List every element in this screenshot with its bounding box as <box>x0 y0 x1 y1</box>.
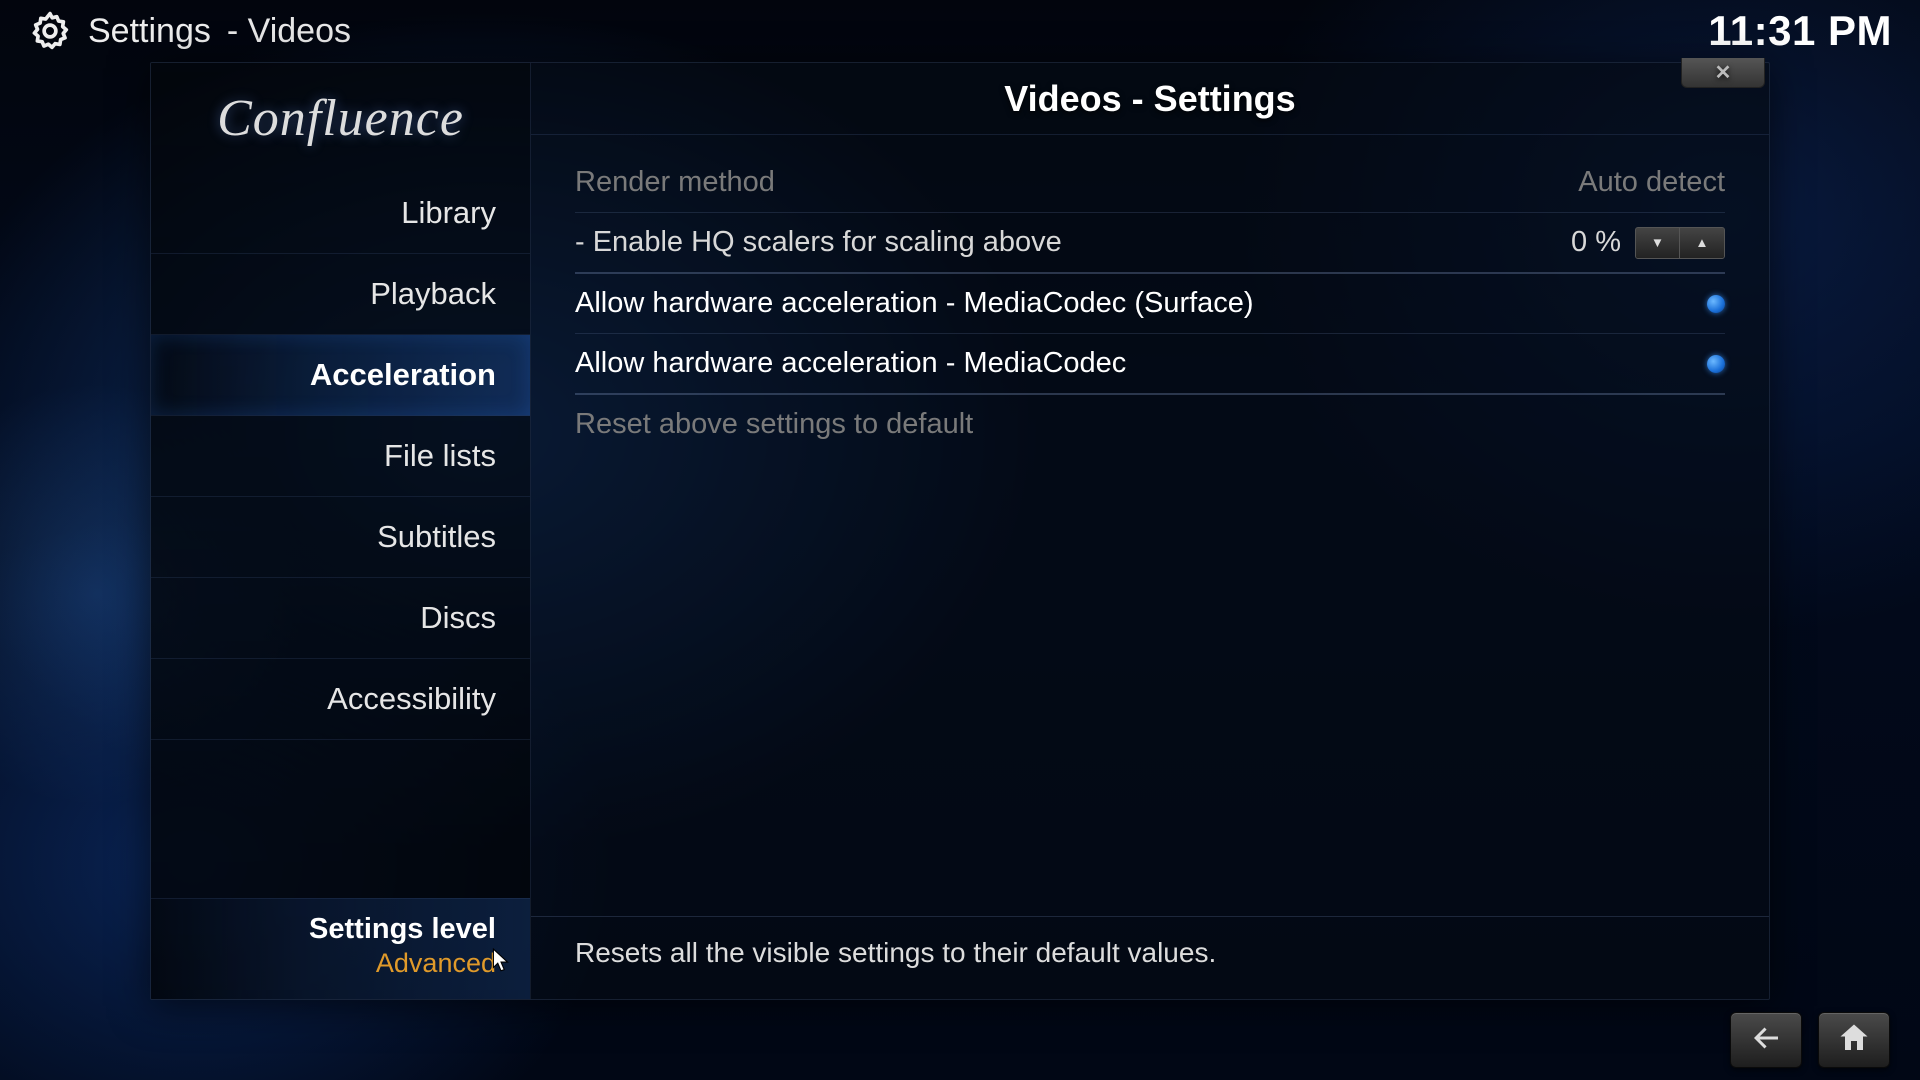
setting-hq-scalers[interactable]: - Enable HQ scalers for scaling above 0 … <box>575 213 1725 274</box>
breadcrumb-sub: - Videos <box>227 12 351 51</box>
bottom-nav <box>1730 1012 1890 1068</box>
setting-label: - Enable HQ scalers for scaling above <box>575 226 1062 259</box>
radio-on-icon <box>1707 355 1725 373</box>
chevron-up-icon: ▲ <box>1695 235 1708 250</box>
clock: 11:31 PM <box>1708 7 1892 55</box>
value-spinner: ▼ ▲ <box>1635 227 1725 259</box>
settings-level-title: Settings level <box>185 913 496 946</box>
gear-icon <box>28 9 72 53</box>
content-area: Videos - Settings ✕ Render method Auto d… <box>531 63 1769 999</box>
content-title: Videos - Settings <box>1004 78 1295 120</box>
setting-label: Render method <box>575 166 775 199</box>
setting-hw-accel-surface[interactable]: Allow hardware acceleration - MediaCodec… <box>575 274 1725 334</box>
sidebar-item-discs[interactable]: Discs <box>151 578 530 659</box>
chevron-down-icon: ▼ <box>1651 235 1664 250</box>
sidebar-item-accessibility[interactable]: Accessibility <box>151 659 530 740</box>
setting-render-method[interactable]: Render method Auto detect <box>575 153 1725 213</box>
arrow-left-icon <box>1748 1020 1784 1061</box>
back-button[interactable] <box>1730 1012 1802 1068</box>
settings-level-toggle[interactable]: Settings level Advanced <box>151 898 530 999</box>
close-icon: ✕ <box>1715 60 1732 85</box>
sidebar-nav: Library Playback Acceleration File lists… <box>151 173 530 898</box>
setting-value: Auto detect <box>1578 166 1725 199</box>
sidebar-item-subtitles[interactable]: Subtitles <box>151 497 530 578</box>
sidebar-item-library[interactable]: Library <box>151 173 530 254</box>
top-bar: Settings - Videos 11:31 PM <box>0 0 1920 62</box>
setting-label: Allow hardware acceleration - MediaCodec… <box>575 287 1254 320</box>
logo: Confluence <box>151 63 530 173</box>
sidebar-item-playback[interactable]: Playback <box>151 254 530 335</box>
setting-reset-defaults[interactable]: Reset above settings to default <box>575 395 1725 454</box>
sidebar-item-acceleration[interactable]: Acceleration <box>151 335 530 416</box>
description-bar: Resets all the visible settings to their… <box>531 916 1769 999</box>
settings-level-value: Advanced <box>185 948 496 979</box>
description-text: Resets all the visible settings to their… <box>575 937 1216 968</box>
settings-panel: Confluence Library Playback Acceleration… <box>150 62 1770 1000</box>
spinner-down-button[interactable]: ▼ <box>1636 228 1680 258</box>
home-button[interactable] <box>1818 1012 1890 1068</box>
home-icon <box>1836 1020 1872 1061</box>
close-button[interactable]: ✕ <box>1681 58 1765 88</box>
setting-value: 0 % <box>1571 226 1621 259</box>
setting-label: Allow hardware acceleration - MediaCodec <box>575 347 1126 380</box>
settings-list: Render method Auto detect - Enable HQ sc… <box>531 135 1769 916</box>
spinner-up-button[interactable]: ▲ <box>1680 228 1724 258</box>
sidebar-item-file-lists[interactable]: File lists <box>151 416 530 497</box>
content-header: Videos - Settings ✕ <box>531 63 1769 135</box>
setting-label: Reset above settings to default <box>575 408 973 441</box>
sidebar: Confluence Library Playback Acceleration… <box>151 63 531 999</box>
radio-on-icon <box>1707 295 1725 313</box>
setting-hw-accel-mediacodec[interactable]: Allow hardware acceleration - MediaCodec <box>575 334 1725 395</box>
breadcrumb-main: Settings <box>88 12 211 51</box>
